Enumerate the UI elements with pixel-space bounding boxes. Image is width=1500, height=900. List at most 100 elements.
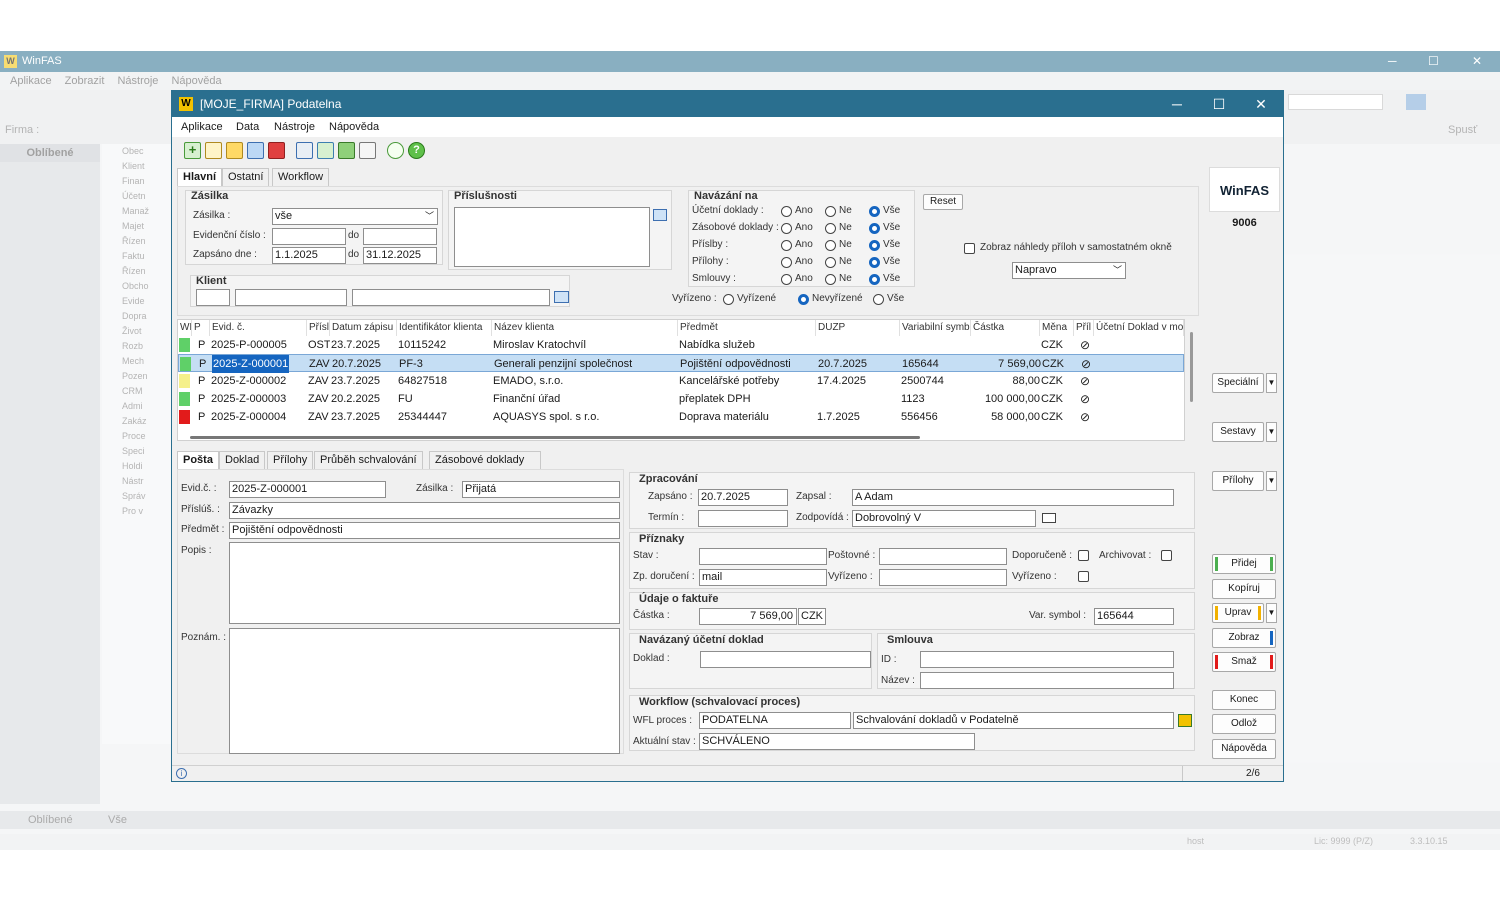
- grid-header-cell[interactable]: Variabilní symbol: [900, 320, 971, 336]
- workflow-diagram-icon[interactable]: [1178, 714, 1192, 727]
- vyrizeno-checkbox[interactable]: [1078, 571, 1089, 582]
- zobraz-button[interactable]: Zobraz: [1212, 628, 1276, 648]
- paperclip-icon[interactable]: ⊘: [1080, 408, 1092, 426]
- navazani-radio-vse[interactable]: [869, 257, 880, 268]
- termin-field[interactable]: [698, 510, 788, 527]
- menu-nastroje[interactable]: Nástroje: [274, 121, 315, 133]
- klient-ident[interactable]: [235, 289, 347, 306]
- grid-header-cell[interactable]: Datum zápisu: [330, 320, 397, 336]
- menu-napoveda[interactable]: Nápověda: [329, 121, 379, 133]
- table-icon[interactable]: [338, 142, 355, 159]
- sestavy-button[interactable]: Sestavy: [1212, 422, 1264, 442]
- grid-header-cell[interactable]: Název klienta: [492, 320, 678, 336]
- paperclip-icon[interactable]: ⊘: [1080, 390, 1092, 408]
- table-row[interactable]: P 2025-Z-000001 ZAV 20.7.2025 PF-3 Generali p…: [178, 354, 1184, 373]
- table-row[interactable]: P 2025-P-000005 OST 23.7.2025 10115242 Mirosl…: [178, 336, 1184, 354]
- prilohy-button[interactable]: Přílohy: [1212, 471, 1264, 491]
- navazani-radio-ano[interactable]: [781, 274, 792, 285]
- table-row[interactable]: P 2025-Z-000004 ZAV 23.7.2025 25344447 AQUASY…: [178, 408, 1184, 426]
- grid-header-cell[interactable]: Měna: [1040, 320, 1074, 336]
- close-button[interactable]: ✕: [1246, 94, 1276, 114]
- zasilka-select[interactable]: vše ﹀: [272, 208, 438, 225]
- zapsal-field[interactable]: A Adam: [852, 489, 1174, 506]
- tab-workflow[interactable]: Workflow: [272, 168, 330, 186]
- navazani-radio-vse[interactable]: [869, 223, 880, 234]
- vyrizeno-radio-vyrizene[interactable]: [723, 294, 734, 305]
- navazani-radio-vse[interactable]: [869, 274, 880, 285]
- grid-header-cell[interactable]: Účetní Doklad v mo: [1094, 320, 1184, 336]
- grid-header-cell[interactable]: P: [192, 320, 210, 336]
- copy-icon[interactable]: [205, 142, 222, 159]
- evid-cislo-to[interactable]: [363, 228, 437, 245]
- reset-button[interactable]: Reset: [923, 194, 963, 210]
- delete-icon[interactable]: [268, 142, 285, 159]
- preview-position-select[interactable]: Napravo ﹀: [1012, 262, 1126, 279]
- folder-open-icon[interactable]: [554, 291, 569, 303]
- navazani-radio-ne[interactable]: [825, 223, 836, 234]
- menu-aplikace[interactable]: Aplikace: [181, 121, 223, 133]
- grid-header-cell[interactable]: Příslu: [307, 320, 330, 336]
- info-icon[interactable]: i: [176, 768, 187, 779]
- wfl-proces-desc[interactable]: Schvalování dokladů v Podatelně: [853, 712, 1174, 729]
- navazani-radio-ano[interactable]: [781, 240, 792, 251]
- paperclip-icon[interactable]: ⊘: [1080, 336, 1092, 354]
- poznam-field[interactable]: [229, 628, 620, 754]
- navazani-radio-ne[interactable]: [825, 206, 836, 217]
- select-icon[interactable]: [653, 209, 667, 221]
- edit-icon[interactable]: [226, 142, 243, 159]
- evid-cislo-from[interactable]: [272, 228, 346, 245]
- zapsano-from[interactable]: 1.1.2025: [272, 247, 346, 264]
- prilohy-dropdown[interactable]: ▼: [1266, 471, 1277, 491]
- wfl-proces-field[interactable]: PODATELNA: [699, 712, 851, 729]
- castka-field[interactable]: 7 569,00: [699, 608, 797, 625]
- tab-doklad[interactable]: Doklad: [219, 451, 266, 469]
- preview-checkbox[interactable]: [964, 243, 975, 254]
- grid-header-cell[interactable]: Předmět: [678, 320, 816, 336]
- konec-button[interactable]: Konec: [1212, 690, 1276, 710]
- vyrizeno-radio-vse[interactable]: [873, 294, 884, 305]
- zapsano-to[interactable]: 31.12.2025: [363, 247, 437, 264]
- paperclip-icon[interactable]: ⊘: [1080, 372, 1092, 390]
- mena-field[interactable]: CZK: [798, 608, 826, 625]
- doklad-field[interactable]: [700, 651, 871, 668]
- vyrizeno-detail-field[interactable]: [879, 569, 1007, 586]
- grid-header-cell[interactable]: Příl: [1074, 320, 1094, 336]
- vyrizeno-radio-nevyrizene[interactable]: [798, 294, 809, 305]
- paperclip-icon[interactable]: ⊘: [1081, 355, 1093, 373]
- zodpovida-field[interactable]: Dobrovolný V: [852, 510, 1036, 527]
- horizontal-scrollbar[interactable]: [190, 436, 920, 439]
- vertical-scrollbar[interactable]: [1190, 332, 1193, 402]
- prislus-field[interactable]: Závazky: [229, 502, 620, 519]
- tab-prubeh[interactable]: Průběh schvalování: [314, 451, 423, 469]
- grid-header-cell[interactable]: WFO: [178, 320, 192, 336]
- add-icon[interactable]: +: [184, 142, 201, 159]
- specialni-dropdown[interactable]: ▼: [1266, 373, 1277, 393]
- odloz-button[interactable]: Odlož: [1212, 714, 1276, 734]
- navazani-radio-ano[interactable]: [781, 206, 792, 217]
- archivovat-checkbox[interactable]: [1161, 550, 1172, 561]
- grid-header-cell[interactable]: DUZP: [816, 320, 900, 336]
- zapsano-detail-field[interactable]: 20.7.2025: [698, 489, 788, 506]
- navazani-radio-ne[interactable]: [825, 257, 836, 268]
- refresh-icon[interactable]: [387, 142, 404, 159]
- tab-hlavni[interactable]: Hlavní: [177, 168, 223, 186]
- columns-icon[interactable]: [359, 142, 376, 159]
- smlouva-nazev-field[interactable]: [920, 672, 1174, 689]
- smaz-button[interactable]: Smaž: [1212, 652, 1276, 672]
- view-icon[interactable]: [247, 142, 264, 159]
- sestavy-dropdown[interactable]: ▼: [1266, 422, 1277, 442]
- tab-ostatni[interactable]: Ostatní: [222, 168, 270, 186]
- doporucene-checkbox[interactable]: [1078, 550, 1089, 561]
- uprav-button[interactable]: Uprav: [1212, 603, 1264, 623]
- table-row[interactable]: P 2025-Z-000003 ZAV 20.2.2025 FU Finanční úřa…: [178, 390, 1184, 408]
- mail-icon[interactable]: [1042, 513, 1056, 523]
- grid-header-cell[interactable]: Evid. č.: [210, 320, 307, 336]
- kopiruj-button[interactable]: Kopíruj: [1212, 579, 1276, 599]
- pridej-button[interactable]: Přidej: [1212, 554, 1276, 574]
- uprav-dropdown[interactable]: ▼: [1266, 603, 1277, 623]
- zp-doruceni-field[interactable]: mail: [699, 569, 827, 586]
- predmet-field[interactable]: Pojištění odpovědnosti: [229, 522, 620, 539]
- print-icon[interactable]: [296, 142, 313, 159]
- table-row[interactable]: P 2025-Z-000002 ZAV 23.7.2025 64827518 EMADO,…: [178, 372, 1184, 390]
- tab-prilohy[interactable]: Přílohy: [267, 451, 314, 469]
